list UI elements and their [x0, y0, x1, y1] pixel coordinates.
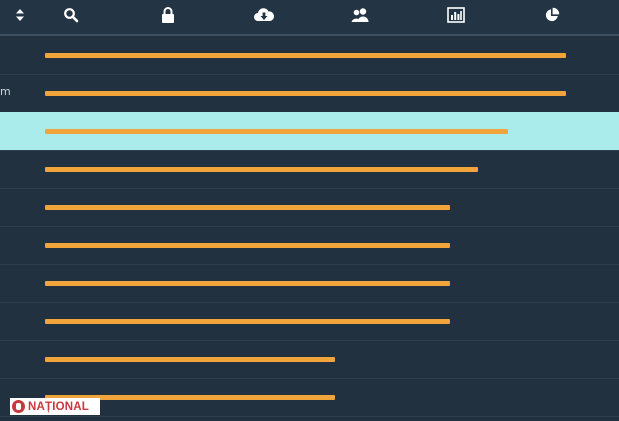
value-bar — [45, 205, 450, 210]
list-row[interactable] — [0, 36, 619, 75]
toolbar — [0, 0, 619, 36]
value-bar — [45, 91, 566, 96]
bar-list: m — [0, 36, 619, 421]
value-bar — [45, 281, 450, 286]
row-label: m — [0, 85, 11, 98]
sort-icon[interactable] — [8, 4, 32, 26]
logo-mark-icon — [12, 400, 25, 413]
cloud-download-icon[interactable] — [252, 4, 276, 26]
lock-icon[interactable] — [156, 4, 180, 26]
list-row[interactable] — [0, 112, 619, 151]
list-row[interactable] — [0, 226, 619, 265]
value-bar — [45, 319, 450, 324]
value-bar — [45, 243, 450, 248]
list-row[interactable] — [0, 340, 619, 379]
list-row[interactable] — [0, 302, 619, 341]
users-icon[interactable] — [348, 4, 372, 26]
bar-chart-icon[interactable] — [444, 4, 468, 26]
list-row[interactable] — [0, 264, 619, 303]
value-bar — [45, 167, 478, 172]
search-icon[interactable] — [59, 4, 83, 26]
value-bar — [45, 53, 566, 58]
value-bar — [45, 357, 335, 362]
watermark-text: NAȚIONAL — [28, 400, 90, 413]
national-watermark: NAȚIONAL — [10, 398, 100, 415]
value-bar — [45, 129, 508, 134]
list-row[interactable] — [0, 150, 619, 189]
list-row[interactable]: m — [0, 74, 619, 113]
list-row[interactable] — [0, 188, 619, 227]
pie-chart-icon[interactable] — [540, 4, 564, 26]
